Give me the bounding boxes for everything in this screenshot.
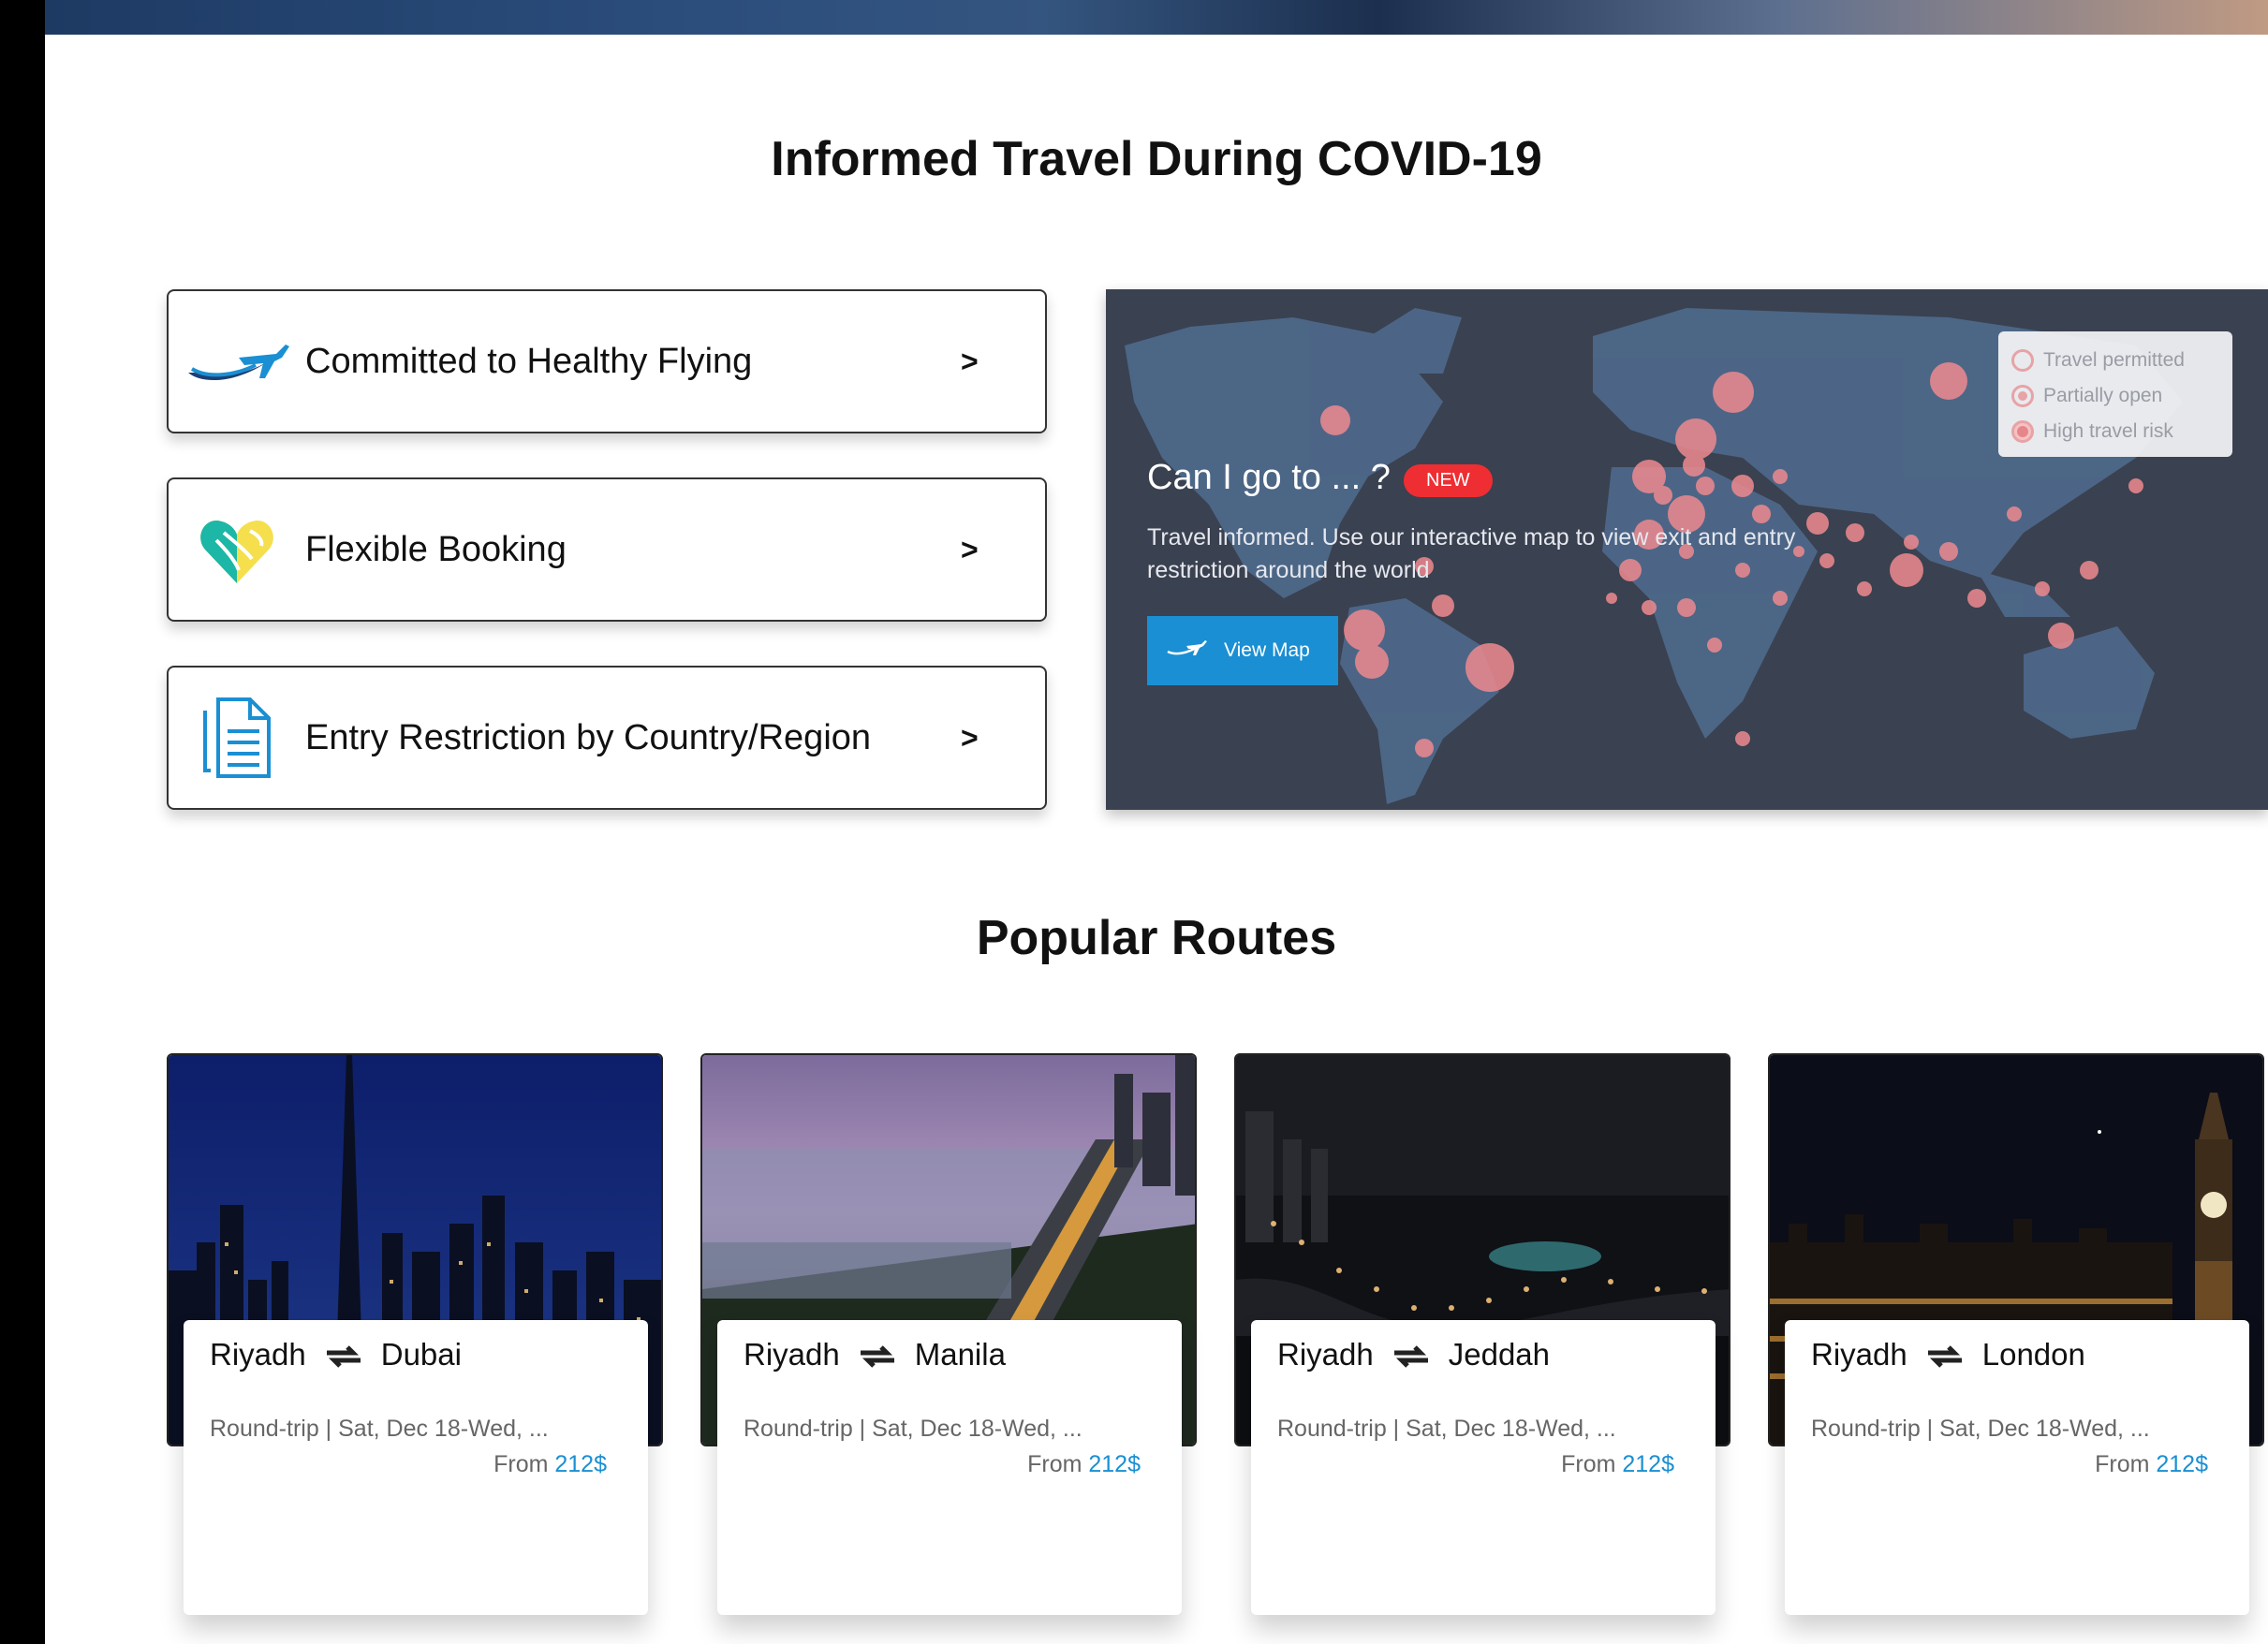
route-meta: Round-trip | Sat, Dec 18-Wed, ... [1277, 1416, 1616, 1442]
circle-outline-icon [2011, 349, 2034, 372]
flexible-booking-card[interactable]: Flexible Booking > [167, 477, 1047, 622]
swap-arrows-icon [1392, 1342, 1430, 1368]
new-badge: NEW [1404, 464, 1493, 497]
route-card-london[interactable]: Riyadh London Round-trip | Sat, Dec 18-W… [1768, 1053, 2264, 1615]
circle-dot-icon [2011, 385, 2034, 407]
route-destination: Dubai [380, 1337, 462, 1372]
route-header: Riyadh London [1811, 1337, 2085, 1372]
price-prefix: From [493, 1451, 549, 1477]
feature-label: Entry Restriction by Country/Region [305, 717, 872, 757]
feature-label: Committed to Healthy Flying [305, 341, 753, 381]
price-prefix: From [1027, 1451, 1082, 1477]
heart-icon [169, 479, 305, 620]
route-info: Riyadh Jeddah Round-trip | Sat, Dec 18-W… [1251, 1320, 1716, 1615]
legend-label: High travel risk [2043, 420, 2173, 442]
price-value: 212$ [554, 1451, 607, 1477]
route-origin: Riyadh [1277, 1337, 1374, 1372]
swap-arrows-icon [325, 1342, 362, 1368]
route-destination: Manila [914, 1337, 1006, 1372]
route-info: Riyadh Manila Round-trip | Sat, Dec 18-W… [717, 1320, 1182, 1615]
swap-arrows-icon [859, 1342, 896, 1368]
swap-arrows-icon [1926, 1342, 1964, 1368]
chevron-right-icon: > [961, 532, 979, 566]
route-header: Riyadh Jeddah [1277, 1337, 1550, 1372]
map-heading: Can I go to ... ? [1147, 458, 1391, 497]
route-meta: Round-trip | Sat, Dec 18-Wed, ... [210, 1416, 549, 1442]
route-meta: Round-trip | Sat, Dec 18-Wed, ... [744, 1416, 1082, 1442]
route-header: Riyadh Manila [744, 1337, 1006, 1372]
route-header: Riyadh Dubai [210, 1337, 462, 1372]
chevron-right-icon: > [961, 720, 979, 755]
feature-label: Flexible Booking [305, 529, 567, 569]
plane-icon [1166, 639, 1207, 663]
route-card-manila[interactable]: Riyadh Manila Round-trip | Sat, Dec 18-W… [700, 1053, 1197, 1615]
route-price: From 212$ [493, 1451, 607, 1478]
hero-image-strip [45, 0, 2268, 35]
legend-item: Travel permitted [2011, 343, 2219, 378]
route-origin: Riyadh [210, 1337, 306, 1372]
route-meta: Round-trip | Sat, Dec 18-Wed, ... [1811, 1416, 2150, 1442]
map-description: Travel informed. Use our interactive map… [1147, 524, 1796, 583]
chevron-right-icon: > [961, 344, 979, 378]
route-card-dubai[interactable]: Riyadh Dubai Round-trip | Sat, Dec 18-We… [167, 1053, 663, 1615]
entry-restriction-card[interactable]: Entry Restriction by Country/Region > [167, 666, 1047, 810]
legend-item: High travel risk [2011, 414, 2219, 449]
view-map-button[interactable]: View Map [1147, 616, 1338, 685]
legend-label: Partially open [2043, 385, 2163, 406]
plane-swoosh-icon [169, 291, 305, 432]
route-info: Riyadh London Round-trip | Sat, Dec 18-W… [1785, 1320, 2249, 1615]
price-value: 212$ [1088, 1451, 1141, 1477]
route-info: Riyadh Dubai Round-trip | Sat, Dec 18-We… [184, 1320, 648, 1615]
covid-map-panel[interactable]: Can I go to ... ? NEW Travel informed. U… [1106, 289, 2268, 810]
route-destination: Jeddah [1448, 1337, 1550, 1372]
route-destination: London [1981, 1337, 2085, 1372]
covid-section-title: Informed Travel During COVID-19 [771, 132, 1542, 186]
legend-label: Travel permitted [2043, 349, 2185, 371]
legend-item: Partially open [2011, 378, 2219, 414]
price-value: 212$ [1622, 1451, 1674, 1477]
price-prefix: From [2095, 1451, 2150, 1477]
route-price: From 212$ [1027, 1451, 1141, 1478]
route-card-jeddah[interactable]: Riyadh Jeddah Round-trip | Sat, Dec 18-W… [1234, 1053, 1730, 1615]
page: Informed Travel During COVID-19 Committe… [45, 0, 2268, 1644]
price-value: 212$ [2156, 1451, 2208, 1477]
route-price: From 212$ [2095, 1451, 2208, 1478]
circle-filled-icon [2011, 420, 2034, 443]
route-price: From 212$ [1561, 1451, 1674, 1478]
view-map-label: View Map [1224, 639, 1310, 661]
route-origin: Riyadh [1811, 1337, 1907, 1372]
popular-routes-title: Popular Routes [976, 911, 1337, 965]
route-origin: Riyadh [744, 1337, 840, 1372]
map-legend: Travel permitted Partially open High tra… [1998, 331, 2232, 457]
healthy-flying-card[interactable]: Committed to Healthy Flying > [167, 289, 1047, 433]
document-icon [169, 668, 305, 808]
price-prefix: From [1561, 1451, 1616, 1477]
